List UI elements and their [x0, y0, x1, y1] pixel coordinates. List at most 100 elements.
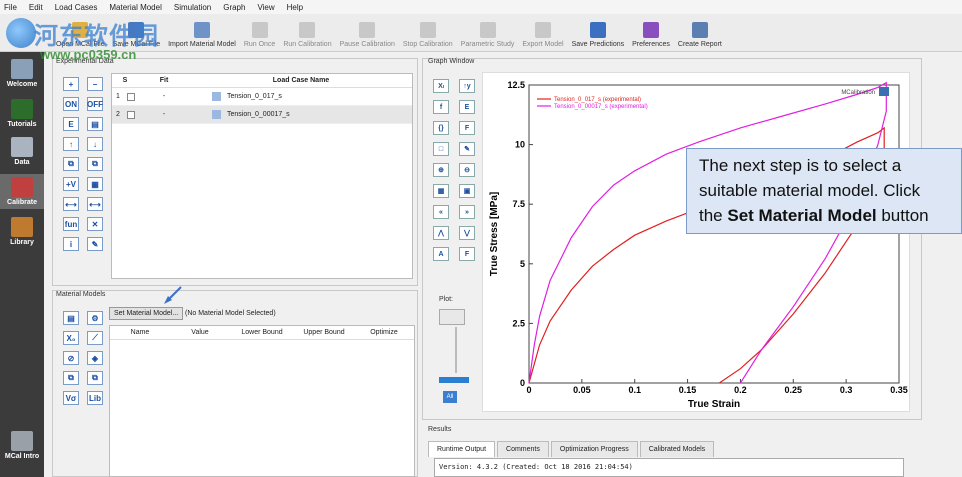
sidebar-data[interactable]: Data — [0, 134, 44, 169]
sidebar-mcal-intro[interactable]: MCal Intro — [0, 428, 44, 463]
graph-buttons-btn-1[interactable]: ↑y — [459, 79, 475, 93]
row-checkbox[interactable] — [127, 92, 135, 101]
mm-buttons-btn-9[interactable]: Lib — [87, 391, 103, 405]
exp-buttons-btn-12[interactable]: ⟷ — [63, 197, 79, 211]
toolbar-import-material-model-button[interactable]: Import Material Model — [168, 22, 236, 51]
mm-buttons-btn-8[interactable]: Vσ — [63, 391, 79, 405]
toolbar-create-report-button[interactable]: Create Report — [678, 22, 722, 51]
parametric-icon — [479, 22, 496, 38]
column-header-lower-bound: Lower Bound — [241, 329, 283, 336]
menu-load-cases[interactable]: Load Cases — [55, 3, 98, 12]
sidebar-label: MCal Intro — [4, 453, 40, 460]
exp-buttons-btn-13[interactable]: ⟷ — [87, 197, 103, 211]
table-row[interactable]: 2 - Tension_0_00017_s — [112, 106, 412, 124]
tab-optimization-progress[interactable]: Optimization Progress — [550, 441, 638, 457]
toolbar-run-calibration-button[interactable]: Run Calibration — [283, 22, 332, 51]
graph-buttons-btn-9[interactable]: ⊖ — [459, 163, 475, 177]
graph-buttons-btn-13[interactable]: » — [459, 205, 475, 219]
preferences-icon — [643, 22, 660, 38]
exp-buttons-btn-6[interactable]: ↑ — [63, 137, 79, 151]
graph-buttons-btn-16[interactable]: A — [433, 247, 449, 261]
menu-file[interactable]: File — [4, 3, 17, 12]
menu-material-model[interactable]: Material Model — [109, 3, 161, 12]
exp-buttons-btn-10[interactable]: +V — [63, 177, 79, 191]
plot-selector[interactable] — [439, 309, 465, 325]
exp-buttons-btn-15[interactable]: ✕ — [87, 217, 103, 231]
mm-buttons-btn-1[interactable]: ⚙ — [87, 311, 103, 325]
table-row[interactable]: 1 - Tension_0_017_s — [112, 88, 412, 106]
results-tabs: Runtime Output Comments Optimization Progr… — [428, 441, 716, 457]
graph-buttons-btn-15[interactable]: ⋁ — [459, 226, 475, 240]
toolbar-label: Parametric Study — [460, 41, 515, 48]
menu-view[interactable]: View — [257, 3, 274, 12]
graph-buttons-btn-14[interactable]: ⋀ — [433, 226, 449, 240]
mm-buttons-btn-2[interactable]: X₀ — [63, 331, 79, 345]
exp-buttons-btn-8[interactable]: ⧉ — [63, 157, 79, 171]
toolbar-preferences-button[interactable]: Preferences — [632, 22, 670, 51]
mm-buttons-btn-3[interactable]: ⟋ — [87, 331, 103, 345]
sidebar-label: Calibrate — [7, 199, 37, 206]
mm-buttons-btn-6[interactable]: ⧉ — [63, 371, 79, 385]
exp-buttons-btn-2[interactable]: ON — [63, 97, 79, 111]
watermark-logo-icon — [6, 18, 36, 48]
mm-buttons-btn-5[interactable]: ◈ — [87, 351, 103, 365]
toolbar-export-model-button[interactable]: Export Model — [522, 22, 564, 51]
exp-buttons-btn-9[interactable]: ⧉ — [87, 157, 103, 171]
graph-buttons-btn-17[interactable]: F — [459, 247, 475, 261]
tab-runtime-output[interactable]: Runtime Output — [428, 441, 496, 457]
graph-buttons-btn-4[interactable]: {} — [433, 121, 449, 135]
menu-simulation[interactable]: Simulation — [174, 3, 211, 12]
exp-buttons-btn-17[interactable]: ✎ — [87, 237, 103, 251]
graph-buttons-btn-5[interactable]: F — [459, 121, 475, 135]
toolbar-parametric-study-button[interactable]: Parametric Study — [460, 22, 515, 51]
graph-buttons-btn-8[interactable]: ⊕ — [433, 163, 449, 177]
set-material-model-button[interactable]: Set Material Model... — [109, 307, 184, 320]
graph-buttons-btn-11[interactable]: ▣ — [459, 184, 475, 198]
toolbar-save-predictions-button[interactable]: Save Predictions — [572, 22, 624, 51]
x-tick-label: 0.05 — [573, 385, 591, 395]
sidebar-label: Welcome — [6, 81, 38, 88]
x-tick-label: 0.1 — [628, 385, 641, 395]
toolbar-stop-calibration-button[interactable]: Stop Calibration — [403, 22, 453, 51]
exp-buttons-btn-14[interactable]: fun — [63, 217, 79, 231]
all-button[interactable]: All — [443, 391, 457, 403]
toolbar-run-once-button[interactable]: Run Once — [244, 22, 275, 51]
calibrate-icon — [11, 177, 33, 197]
graph-buttons-btn-7[interactable]: ✎ — [459, 142, 475, 156]
mm-buttons-btn-0[interactable]: ▤ — [63, 311, 79, 325]
sidebar-calibrate[interactable]: Calibrate — [0, 174, 44, 209]
graph-buttons-btn-10[interactable]: ▦ — [433, 184, 449, 198]
plot-slider-track[interactable] — [455, 327, 457, 373]
graph-buttons-btn-12[interactable]: « — [433, 205, 449, 219]
exp-buttons-btn-11[interactable]: ▦ — [87, 177, 103, 191]
exp-buttons-btn-16[interactable]: i — [63, 237, 79, 251]
graph-buttons-btn-3[interactable]: E — [459, 100, 475, 114]
sidebar-tutorials[interactable]: Tutorials — [0, 96, 44, 131]
exp-buttons-btn-4[interactable]: E — [63, 117, 79, 131]
graph-buttons-btn-2[interactable]: f — [433, 100, 449, 114]
exp-buttons-btn-7[interactable]: ↓ — [87, 137, 103, 151]
exp-buttons-btn-3[interactable]: OFF — [87, 97, 103, 111]
graph-buttons-btn-6[interactable]: □ — [433, 142, 449, 156]
toolbar-pause-calibration-button[interactable]: Pause Calibration — [340, 22, 395, 51]
plot-slider-thumb[interactable] — [439, 377, 469, 383]
exp-buttons-btn-5[interactable]: ▤ — [87, 117, 103, 131]
row-checkbox[interactable] — [127, 110, 135, 119]
column-header-load-case-name: Load Case Name — [272, 77, 330, 84]
menu-edit[interactable]: Edit — [29, 3, 43, 12]
stress-strain-chart: 0 0.05 0.1 0.15 0.2 0.25 0.3 0.35 0 2.5 5 7.5 10 12.5… — [482, 72, 910, 412]
exp-buttons-btn-0[interactable]: + — [63, 77, 79, 91]
sidebar-library[interactable]: Library — [0, 214, 44, 249]
mm-buttons-btn-4[interactable]: ⊘ — [63, 351, 79, 365]
mm-buttons-btn-7[interactable]: ⧉ — [87, 371, 103, 385]
load-case-icon — [212, 110, 221, 119]
menu-graph[interactable]: Graph — [223, 3, 245, 12]
tab-comments[interactable]: Comments — [497, 441, 549, 457]
callout-line-1: The next step is to select a — [699, 156, 902, 175]
column-header-upper-bound: Upper Bound — [303, 329, 345, 336]
graph-buttons-btn-0[interactable]: Xₗ — [433, 79, 449, 93]
exp-buttons-btn-1[interactable]: − — [87, 77, 103, 91]
tab-calibrated-models[interactable]: Calibrated Models — [639, 441, 715, 457]
menu-help[interactable]: Help — [287, 3, 303, 12]
watermark-title: 河东软件园 — [34, 22, 159, 50]
